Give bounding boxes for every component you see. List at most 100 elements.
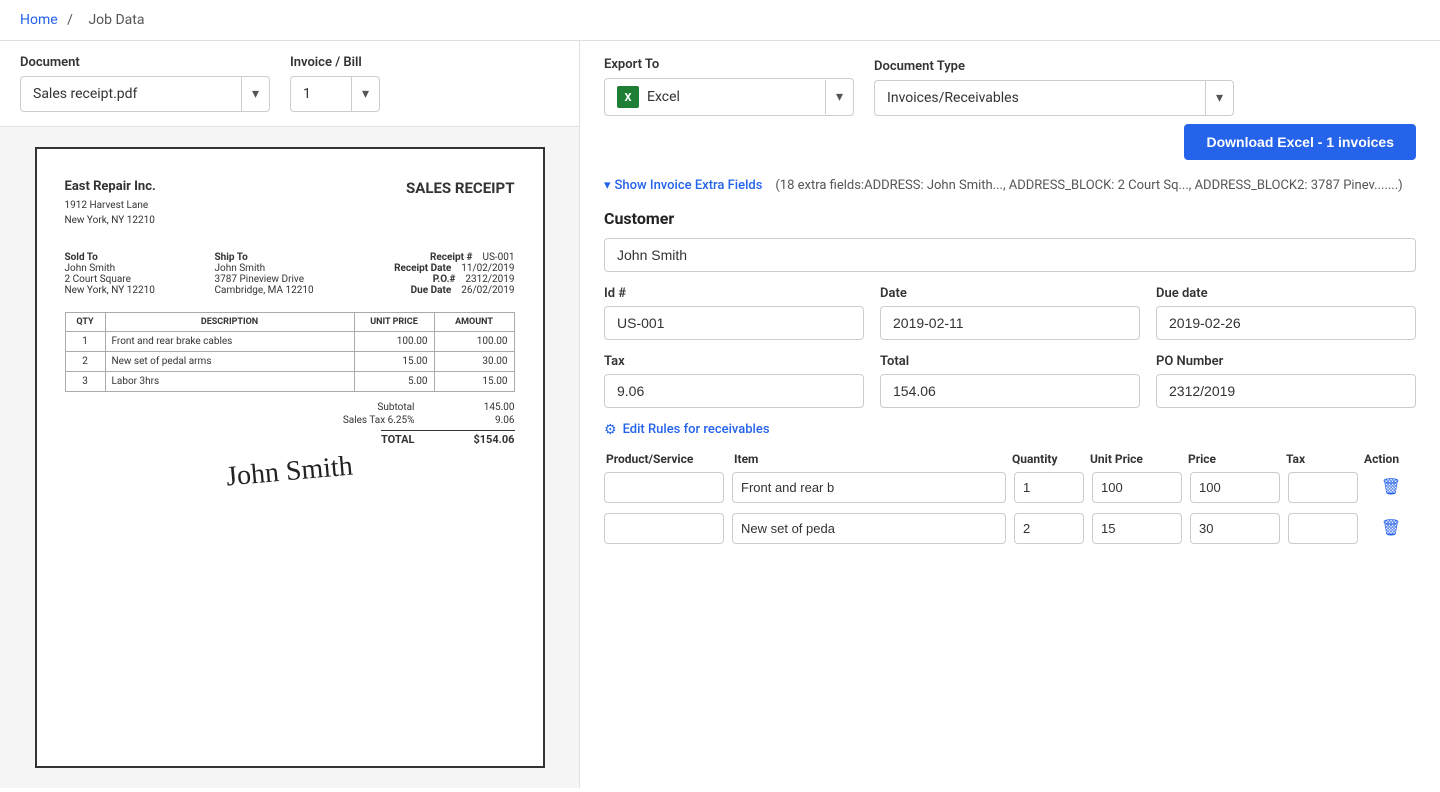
invoice-paper-header: East Repair Inc. 1912 Harvest Lane New Y… <box>65 179 515 228</box>
line-product-0[interactable] <box>604 472 724 503</box>
total-value: $154.06 <box>455 433 515 446</box>
download-row: Download Excel - 1 invoices <box>604 116 1416 160</box>
table-row: 3 Labor 3hrs 5.00 15.00 <box>65 372 514 392</box>
signature-text: John Smith <box>225 451 354 494</box>
item-unit-price: 100.00 <box>354 332 434 352</box>
breadcrumb-home[interactable]: Home <box>20 12 58 28</box>
line-items-container: 🗑 🗑 <box>604 472 1416 544</box>
extra-fields-toggle[interactable]: ▾ Show Invoice Extra Fields <box>604 176 762 197</box>
line-unit-price-0[interactable] <box>1092 472 1182 503</box>
excel-icon: X <box>617 86 639 108</box>
delete-line-button-0[interactable]: 🗑 <box>1366 477 1416 497</box>
tax-label: Sales Tax 6.25% <box>343 415 415 426</box>
invoice-select[interactable]: 1 ▾ <box>290 76 380 112</box>
tax-row: Sales Tax 6.25% 9.06 <box>343 415 515 426</box>
tax-field: Tax <box>604 354 864 408</box>
invoice-select-value: 1 <box>291 79 351 109</box>
line-item-0[interactable] <box>732 472 1006 503</box>
po-label: P.O.# <box>433 274 456 285</box>
due-date-label: Due Date <box>411 285 452 296</box>
customer-input[interactable] <box>604 238 1416 272</box>
line-header-product: Product/Service <box>606 452 726 466</box>
item-qty: 1 <box>65 332 105 352</box>
tax-label-field: Tax <box>604 354 864 369</box>
table-row: 2 New set of pedal arms 15.00 30.00 <box>65 352 514 372</box>
total-input[interactable] <box>880 374 1140 408</box>
delete-line-button-1[interactable]: 🗑 <box>1366 518 1416 538</box>
sold-to-col: Sold To John Smith 2 Court Square New Yo… <box>65 252 215 296</box>
company-address-line2: New York, NY 12210 <box>65 213 156 228</box>
line-qty-0[interactable] <box>1014 472 1084 503</box>
company-address: 1912 Harvest Lane New York, NY 12210 <box>65 198 156 228</box>
line-price-1[interactable] <box>1190 513 1280 544</box>
export-select-arrow[interactable]: ▾ <box>826 89 853 105</box>
ship-to-label: Ship To <box>215 252 365 263</box>
list-item: 🗑 <box>604 472 1416 503</box>
ship-to-addr1: 3787 Pineview Drive <box>215 274 365 285</box>
col-qty: QTY <box>65 313 105 332</box>
po-input[interactable] <box>1156 374 1416 408</box>
company-address-line1: 1912 Harvest Lane <box>65 198 156 213</box>
totals-section: Subtotal 145.00 Sales Tax 6.25% 9.06 TOT… <box>65 402 515 446</box>
gear-icon: ⚙ <box>604 422 617 438</box>
receipt-num-label: Receipt # <box>430 252 472 263</box>
line-header-action: Action <box>1364 452 1414 466</box>
left-panel: Document Sales receipt.pdf ▾ Invoice / B… <box>0 41 580 788</box>
item-qty: 3 <box>65 372 105 392</box>
table-row: 1 Front and rear brake cables 100.00 100… <box>65 332 514 352</box>
invoice-label: Invoice / Bill <box>290 55 380 70</box>
receipt-num-value: US-001 <box>482 252 514 263</box>
export-to-select[interactable]: X Excel ▾ <box>604 78 854 116</box>
ship-to-addr2: Cambridge, MA 12210 <box>215 285 365 296</box>
item-desc: Front and rear brake cables <box>105 332 354 352</box>
doc-type-value: Invoices/Receivables <box>875 83 1205 113</box>
item-desc: Labor 3hrs <box>105 372 354 392</box>
invoice-select-arrow[interactable]: ▾ <box>352 86 379 102</box>
total-label: TOTAL <box>381 433 414 446</box>
sold-to-label: Sold To <box>65 252 215 263</box>
date-input[interactable] <box>880 306 1140 340</box>
ship-to-col: Ship To John Smith 3787 Pineview Drive C… <box>215 252 365 296</box>
item-amount: 30.00 <box>434 352 514 372</box>
subtotal-row: Subtotal 145.00 <box>377 402 514 413</box>
tax-input[interactable] <box>604 374 864 408</box>
subtotal-label: Subtotal <box>377 402 414 413</box>
edit-rules-label: Edit Rules for receivables <box>623 422 770 437</box>
line-tax-1[interactable] <box>1288 513 1358 544</box>
breadcrumb-current: Job Data <box>88 12 144 28</box>
right-toolbar: Export To X Excel ▾ Document Type Invoic… <box>604 57 1416 116</box>
document-field-group: Document Sales receipt.pdf ▾ <box>20 55 270 112</box>
document-select-arrow[interactable]: ▾ <box>242 86 269 102</box>
export-to-field-group: Export To X Excel ▾ <box>604 57 854 116</box>
due-date-input[interactable] <box>1156 306 1416 340</box>
line-product-1[interactable] <box>604 513 724 544</box>
line-unit-price-1[interactable] <box>1092 513 1182 544</box>
col-unit-price: UNIT PRICE <box>354 313 434 332</box>
line-item-1[interactable] <box>732 513 1006 544</box>
po-value: 2312/2019 <box>465 274 514 285</box>
line-qty-1[interactable] <box>1014 513 1084 544</box>
company-name: East Repair Inc. <box>65 179 156 194</box>
item-unit-price: 15.00 <box>354 352 434 372</box>
line-price-0[interactable] <box>1190 472 1280 503</box>
export-to-value: X Excel <box>605 79 825 115</box>
sold-to-addr1: 2 Court Square <box>65 274 215 285</box>
due-date-label: Due date <box>1156 286 1416 301</box>
line-tax-0[interactable] <box>1288 472 1358 503</box>
receipt-date-label: Receipt Date <box>394 263 451 274</box>
date-field: Date <box>880 286 1140 340</box>
date-label: Date <box>880 286 1140 301</box>
edit-rules-row[interactable]: ⚙ Edit Rules for receivables <box>604 422 1416 438</box>
download-excel-button[interactable]: Download Excel - 1 invoices <box>1184 124 1416 160</box>
line-header-tax: Tax <box>1286 452 1356 466</box>
doc-type-arrow[interactable]: ▾ <box>1206 90 1233 106</box>
breadcrumb-separator: / <box>67 12 73 28</box>
document-select[interactable]: Sales receipt.pdf ▾ <box>20 76 270 112</box>
invoice-field-group: Invoice / Bill 1 ▾ <box>290 55 380 112</box>
id-date-row: Id # Date Due date <box>604 286 1416 340</box>
item-desc: New set of pedal arms <box>105 352 354 372</box>
id-input[interactable] <box>604 306 864 340</box>
id-field: Id # <box>604 286 864 340</box>
doc-type-select[interactable]: Invoices/Receivables ▾ <box>874 80 1234 116</box>
export-to-label: Export To <box>604 57 854 72</box>
